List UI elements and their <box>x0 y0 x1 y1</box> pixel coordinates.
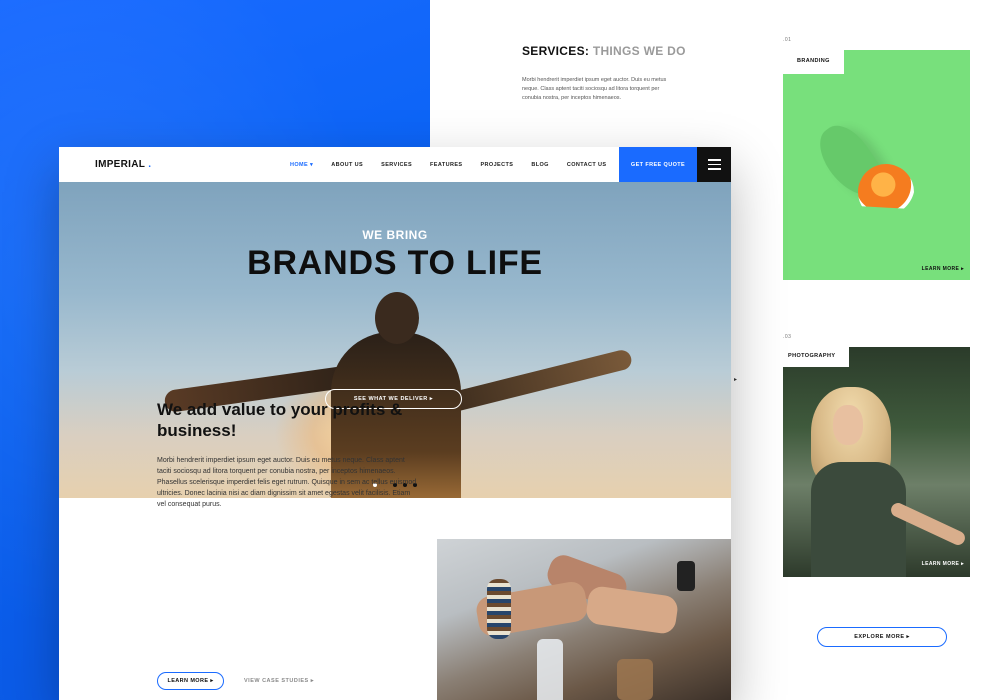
branding-card[interactable]: BRANDING LEARN MORE ▸ <box>783 50 970 280</box>
branding-label: BRANDING <box>783 50 844 74</box>
card-number-branding: .01 <box>783 37 792 43</box>
person-head-graphic <box>375 292 419 344</box>
services-title-main: SERVICES: <box>522 44 590 58</box>
value-heading: We add value to your profits & business! <box>157 400 403 440</box>
top-navbar: IMPERIAL . HOME ▾ ABOUT US SERVICES FEAT… <box>59 147 731 182</box>
explore-more-button[interactable]: EXPLORE MORE ▸ <box>817 627 947 647</box>
hamburger-menu-icon[interactable] <box>697 147 731 182</box>
person-right-arm-graphic <box>434 348 634 416</box>
card-number-photography: .03 <box>783 334 792 340</box>
value-body: Morbi hendrerit imperdiet ipsum eget auc… <box>157 457 417 508</box>
nav-item-features[interactable]: FEATURES <box>430 162 462 168</box>
value-section: We add value to your profits & business!… <box>157 399 417 510</box>
jar-graphic <box>617 659 653 700</box>
fist-graphic <box>584 584 680 636</box>
water-bottle-graphic <box>537 639 563 700</box>
services-title-sub: THINGS WE DO <box>592 44 686 58</box>
services-heading: SERVICES: THINGS WE DO <box>522 44 686 58</box>
homepage-mockup: IMPERIAL . HOME ▾ ABOUT US SERVICES FEAT… <box>59 147 731 700</box>
get-free-quote-button[interactable]: GET FREE QUOTE <box>619 147 697 182</box>
photography-label: PHOTOGRAPHY <box>783 347 850 367</box>
photography-card[interactable]: PHOTOGRAPHY LEARN MORE ▸ <box>783 347 970 577</box>
nav-item-about-us[interactable]: ABOUT US <box>331 162 363 168</box>
nav-menu: HOME ▾ ABOUT US SERVICES FEATURES PROJEC… <box>290 162 607 168</box>
hero-subtitle: WE BRING <box>362 228 428 242</box>
nav-item-services[interactable]: SERVICES <box>381 162 412 168</box>
branding-learn-more-link[interactable]: LEARN MORE ▸ <box>922 266 964 272</box>
nav-item-blog[interactable]: BLOG <box>531 162 549 168</box>
nav-item-projects[interactable]: PROJECTS <box>480 162 513 168</box>
woman-torso-graphic <box>811 462 906 577</box>
logo[interactable]: IMPERIAL . <box>95 159 151 170</box>
services-description: Morbi hendrerit imperdiet ipsum eget auc… <box>522 77 667 101</box>
view-case-studies-link[interactable]: VIEW CASE STUDIES ▸ <box>244 678 314 684</box>
bracelet-graphic <box>487 579 511 639</box>
learn-more-button[interactable]: LEARN MORE ▸ <box>157 672 224 690</box>
watch-graphic <box>677 561 695 591</box>
woman-face-graphic <box>833 405 863 445</box>
nav-item-home[interactable]: HOME ▾ <box>290 162 313 168</box>
nav-item-contact-us[interactable]: CONTACT US <box>567 162 607 168</box>
hero-title: BRANDS TO LIFE <box>247 244 543 282</box>
team-fist-bump-photo <box>437 539 731 700</box>
value-buttons: LEARN MORE ▸ VIEW CASE STUDIES ▸ <box>157 672 314 690</box>
card-more-arrow-icon: ▸ <box>734 377 738 383</box>
photography-learn-more-link[interactable]: LEARN MORE ▸ <box>922 561 964 567</box>
